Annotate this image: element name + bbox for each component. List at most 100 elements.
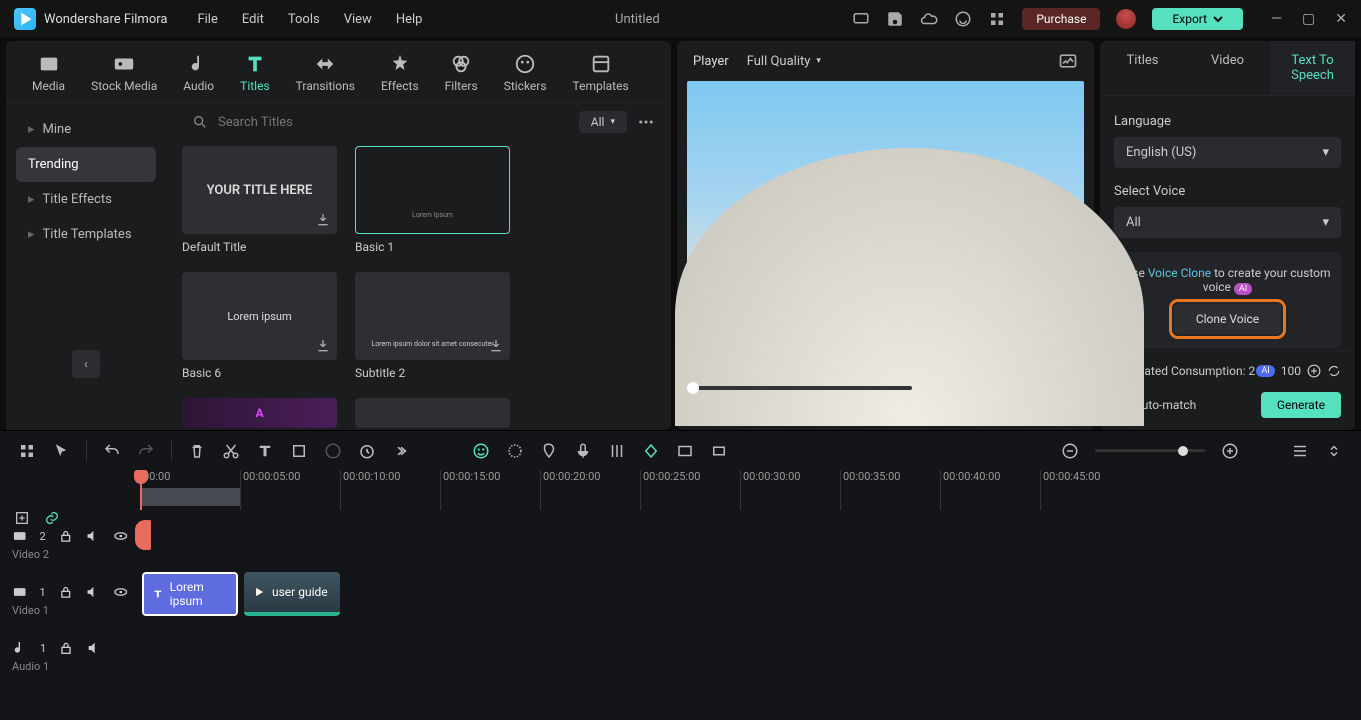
filter-dropdown[interactable]: All▾ — [579, 111, 627, 133]
refresh-icon[interactable] — [1327, 364, 1341, 378]
cloud-icon[interactable] — [920, 10, 938, 28]
close-button[interactable]: ✕ — [1335, 11, 1347, 27]
cat-title-templates[interactable]: ▸Title Templates — [16, 217, 156, 252]
preview-snapshot-icon[interactable] — [1058, 51, 1078, 71]
rtab-titles[interactable]: Titles — [1100, 41, 1185, 95]
tl-addtrack-icon[interactable] — [14, 510, 30, 526]
cat-title-effects[interactable]: ▸Title Effects — [16, 182, 156, 217]
tl-undo-icon[interactable] — [103, 442, 121, 460]
tab-stickers[interactable]: Stickers — [496, 49, 555, 103]
menu-tools[interactable]: Tools — [288, 12, 320, 27]
tl-timer-icon[interactable] — [358, 442, 376, 460]
export-button[interactable]: Export — [1152, 8, 1243, 30]
rtab-tts[interactable]: Text To Speech — [1270, 41, 1355, 95]
tts-language-select[interactable]: English (US)▾ — [1114, 137, 1341, 168]
clip-title[interactable]: Lorem ipsum — [142, 572, 238, 616]
tl-mic-icon[interactable] — [574, 442, 592, 460]
title-thumb-basic6[interactable]: Lorem ipsum Basic 6 — [182, 272, 337, 380]
lock-icon[interactable] — [58, 584, 73, 600]
eye-icon[interactable] — [113, 528, 128, 544]
tl-gear-icon[interactable] — [506, 442, 524, 460]
tts-voice-select[interactable]: All▾ — [1114, 207, 1341, 238]
search-titles-input[interactable] — [182, 108, 569, 136]
mute-icon[interactable] — [86, 640, 102, 656]
tab-transitions[interactable]: Transitions — [288, 49, 363, 103]
title-thumb-partial1[interactable]: A — [182, 398, 337, 428]
mute-icon[interactable] — [85, 528, 100, 544]
timeline-selection[interactable] — [140, 488, 240, 506]
tab-audio[interactable]: Audio — [175, 49, 222, 103]
preview-viewport[interactable] — [687, 81, 1084, 373]
tab-filters[interactable]: Filters — [437, 49, 486, 103]
eye-icon[interactable] — [113, 584, 128, 600]
tl-text-icon[interactable] — [256, 442, 274, 460]
preview-quality-dropdown[interactable]: Full Quality▾ — [747, 54, 821, 69]
lane-audio1[interactable] — [140, 622, 1361, 678]
menu-edit[interactable]: Edit — [242, 12, 264, 27]
tl-zoomout-icon[interactable] — [1061, 442, 1079, 460]
minimize-button[interactable]: — — [1271, 11, 1282, 27]
tl-keyframe-icon[interactable] — [642, 442, 660, 460]
support-icon[interactable] — [954, 10, 972, 28]
tl-zoom-slider[interactable] — [1095, 449, 1205, 452]
add-credits-icon[interactable] — [1307, 364, 1321, 378]
tab-titles[interactable]: Titles — [232, 49, 277, 103]
user-avatar[interactable] — [1116, 9, 1136, 29]
cat-mine[interactable]: ▸Mine — [16, 112, 156, 147]
menu-view[interactable]: View — [344, 12, 372, 27]
device-icon[interactable] — [852, 10, 870, 28]
title-thumb-partial2[interactable] — [355, 398, 510, 428]
lock-icon[interactable] — [58, 528, 73, 544]
save-icon[interactable] — [886, 10, 904, 28]
collapse-sidebar-button[interactable]: ‹ — [72, 350, 100, 378]
tl-speed-icon[interactable] — [324, 442, 342, 460]
clip-start-marker[interactable] — [135, 520, 151, 550]
clone-voice-button[interactable]: Clone Voice — [1174, 304, 1281, 334]
mute-icon[interactable] — [85, 584, 100, 600]
tab-templates[interactable]: Templates — [565, 49, 637, 103]
voice-clone-link[interactable]: Voice Clone — [1148, 266, 1211, 280]
playhead[interactable] — [140, 470, 142, 510]
tl-link-icon[interactable] — [44, 510, 60, 526]
tl-crop-icon[interactable] — [290, 442, 308, 460]
tab-stock-media[interactable]: Stock Media — [83, 49, 165, 103]
track-head-video1[interactable]: 1 Video 1 — [0, 578, 140, 634]
tl-ai-icon[interactable] — [472, 442, 490, 460]
tl-select-icon[interactable] — [18, 442, 36, 460]
download-icon[interactable] — [315, 338, 331, 354]
rtab-video[interactable]: Video — [1185, 41, 1270, 95]
lock-icon[interactable] — [58, 640, 74, 656]
tl-expand-icon[interactable] — [1325, 442, 1343, 460]
tl-mixer-icon[interactable] — [608, 442, 626, 460]
maximize-button[interactable]: ▢ — [1302, 11, 1315, 27]
menu-help[interactable]: Help — [396, 12, 423, 27]
tl-delete-icon[interactable] — [188, 442, 206, 460]
tl-render-icon[interactable] — [676, 442, 694, 460]
tl-more-icon[interactable] — [392, 442, 410, 460]
title-thumb-subtitle2[interactable]: Lorem ipsum dolor sit amet consecuter Su… — [355, 272, 510, 380]
tl-redo-icon[interactable] — [137, 442, 155, 460]
tl-cursor-icon[interactable] — [52, 442, 70, 460]
download-icon[interactable] — [315, 212, 331, 228]
seek-bar[interactable] — [693, 386, 912, 390]
lane-video2[interactable] — [140, 510, 1361, 566]
tl-marker-icon[interactable] — [540, 442, 558, 460]
title-thumb-default[interactable]: YOUR TITLE HERE Default Title — [182, 146, 337, 254]
tl-cut-icon[interactable] — [222, 442, 240, 460]
tab-media[interactable]: Media — [24, 49, 73, 103]
track-head-audio1[interactable]: 1 Audio 1 — [0, 634, 140, 690]
apps-icon[interactable] — [988, 10, 1006, 28]
download-icon[interactable] — [488, 338, 504, 354]
tl-zoomin-icon[interactable] — [1221, 442, 1239, 460]
tl-frame-icon[interactable] — [710, 442, 728, 460]
clip-video[interactable]: user guide — [244, 572, 340, 616]
generate-button[interactable]: Generate — [1261, 392, 1341, 418]
title-thumb-basic1[interactable]: Lorem ipsum Basic 1 — [355, 146, 510, 254]
tl-list-icon[interactable] — [1291, 442, 1309, 460]
purchase-button[interactable]: Purchase — [1022, 8, 1100, 30]
more-options-icon[interactable] — [637, 113, 655, 131]
cat-trending[interactable]: Trending — [16, 147, 156, 182]
tab-effects[interactable]: Effects — [373, 49, 427, 103]
track-head-video2[interactable]: 2 Video 2 — [0, 522, 140, 578]
menu-file[interactable]: File — [197, 12, 217, 27]
